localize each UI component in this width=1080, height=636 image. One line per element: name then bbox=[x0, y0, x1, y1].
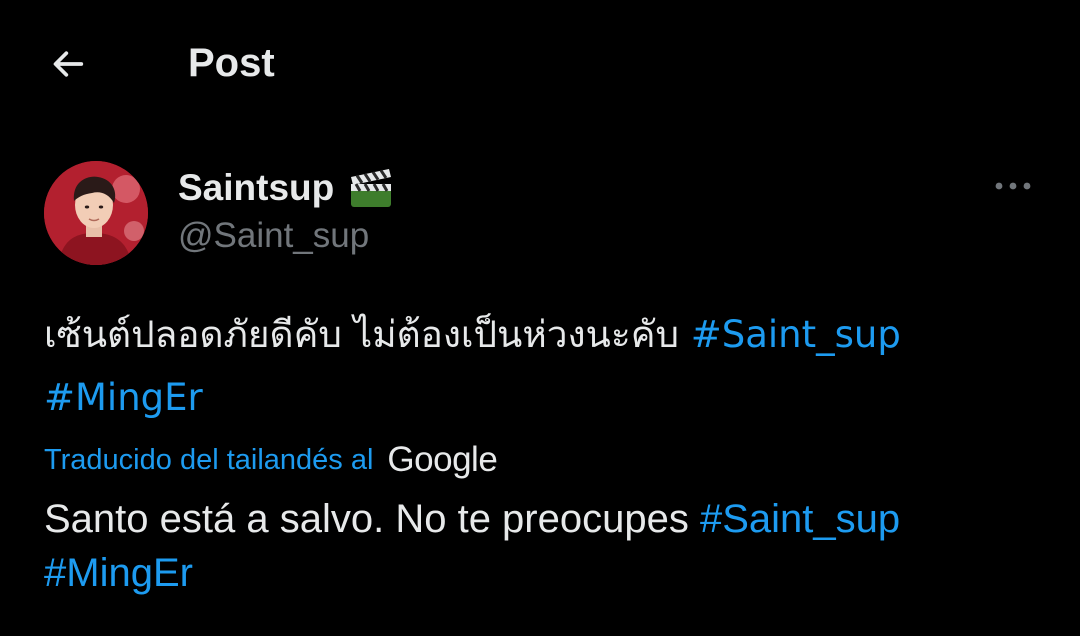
user-handle[interactable]: @Saint_sup bbox=[178, 216, 369, 256]
hashtag-link[interactable]: #MingEr bbox=[44, 551, 193, 595]
more-options-button[interactable] bbox=[988, 166, 1038, 206]
translated-text: Santo está a salvo. No te preocupes #Sai… bbox=[44, 492, 1034, 600]
hashtag-link[interactable]: #MingEr bbox=[44, 376, 203, 419]
display-name[interactable]: Saintsup bbox=[178, 167, 334, 209]
ellipsis-icon bbox=[995, 182, 1031, 190]
back-button[interactable] bbox=[44, 40, 92, 88]
post-author: Saintsup @Saint_sup bbox=[0, 150, 1080, 275]
google-logo: Google bbox=[387, 440, 498, 479]
hashtag-link[interactable]: #Saint_sup bbox=[691, 313, 901, 356]
top-bar: Post bbox=[0, 0, 1080, 125]
hashtag-link[interactable]: #Saint_sup bbox=[700, 497, 900, 541]
translated-body: Santo está a salvo. No te preocupes bbox=[44, 497, 689, 541]
tweet-body: เซ้นต์ปลอดภัยดีคับ ไม่ต้องเป็นห่วงนะคับ bbox=[44, 313, 679, 356]
clapper-board-icon bbox=[351, 169, 392, 207]
page-title: Post bbox=[188, 41, 275, 85]
translated-from-label[interactable]: Traducido del tailandés al bbox=[44, 444, 373, 477]
display-name-row: Saintsup bbox=[178, 164, 394, 212]
avatar[interactable] bbox=[44, 161, 148, 265]
tweet-text: เซ้นต์ปลอดภัยดีคับ ไม่ต้องเป็นห่วงนะคับ … bbox=[44, 303, 1034, 429]
arrow-left-icon bbox=[53, 51, 84, 77]
translation-attribution: Traducido del tailandés al Google bbox=[44, 438, 498, 482]
